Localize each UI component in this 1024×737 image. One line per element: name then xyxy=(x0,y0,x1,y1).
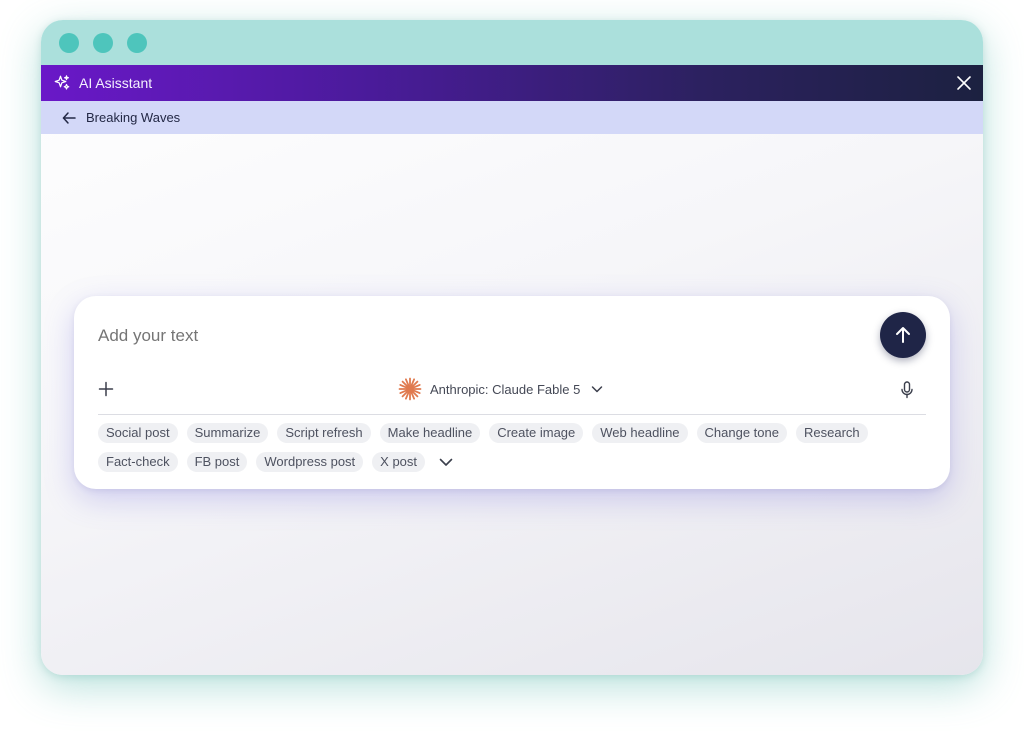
chip-social-post[interactable]: Social post xyxy=(98,423,178,443)
chip-change-tone[interactable]: Change tone xyxy=(696,423,787,443)
window-dot-2[interactable] xyxy=(93,32,113,53)
model-label: Anthropic: Claude Fable 5 xyxy=(430,381,581,397)
window-dot-3[interactable] xyxy=(127,32,147,53)
arrow-left-icon[interactable] xyxy=(61,110,77,126)
arrow-up-icon xyxy=(896,327,910,343)
more-chips-chevron-down-icon[interactable] xyxy=(436,452,456,472)
chip-script-refresh[interactable]: Script refresh xyxy=(277,423,371,443)
prompt-input[interactable] xyxy=(98,326,798,346)
send-button[interactable] xyxy=(880,312,926,358)
window-titlebar xyxy=(41,20,983,65)
quick-action-chips: Social post Summarize Script refresh Mak… xyxy=(98,423,928,472)
chip-research[interactable]: Research xyxy=(795,423,868,443)
sparkle-icon xyxy=(53,74,71,92)
microphone-icon[interactable] xyxy=(900,381,914,399)
window-dot-1[interactable] xyxy=(59,32,79,53)
breadcrumb-label[interactable]: Breaking Waves xyxy=(86,110,180,125)
chevron-down-icon xyxy=(590,382,604,396)
close-icon[interactable] xyxy=(955,74,973,92)
chip-summarize[interactable]: Summarize xyxy=(186,423,269,443)
prompt-composer: Anthropic: Claude Fable 5 Social post Su… xyxy=(74,296,950,489)
chip-fb-post[interactable]: FB post xyxy=(186,452,248,472)
model-selector[interactable]: Anthropic: Claude Fable 5 xyxy=(398,377,604,401)
composer-divider xyxy=(98,414,926,415)
anthropic-starburst-icon xyxy=(398,377,422,401)
breadcrumb: Breaking Waves xyxy=(41,101,983,134)
assistant-title: AI Asisstant xyxy=(79,75,153,91)
chip-make-headline[interactable]: Make headline xyxy=(379,423,481,443)
assistant-header: AI Asisstant xyxy=(41,65,983,101)
chip-wordpress-post[interactable]: Wordpress post xyxy=(256,452,364,472)
chip-x-post[interactable]: X post xyxy=(372,452,426,472)
chip-create-image[interactable]: Create image xyxy=(489,423,584,443)
chip-fact-check[interactable]: Fact-check xyxy=(98,452,178,472)
chip-web-headline[interactable]: Web headline xyxy=(592,423,688,443)
plus-icon[interactable] xyxy=(98,381,114,397)
